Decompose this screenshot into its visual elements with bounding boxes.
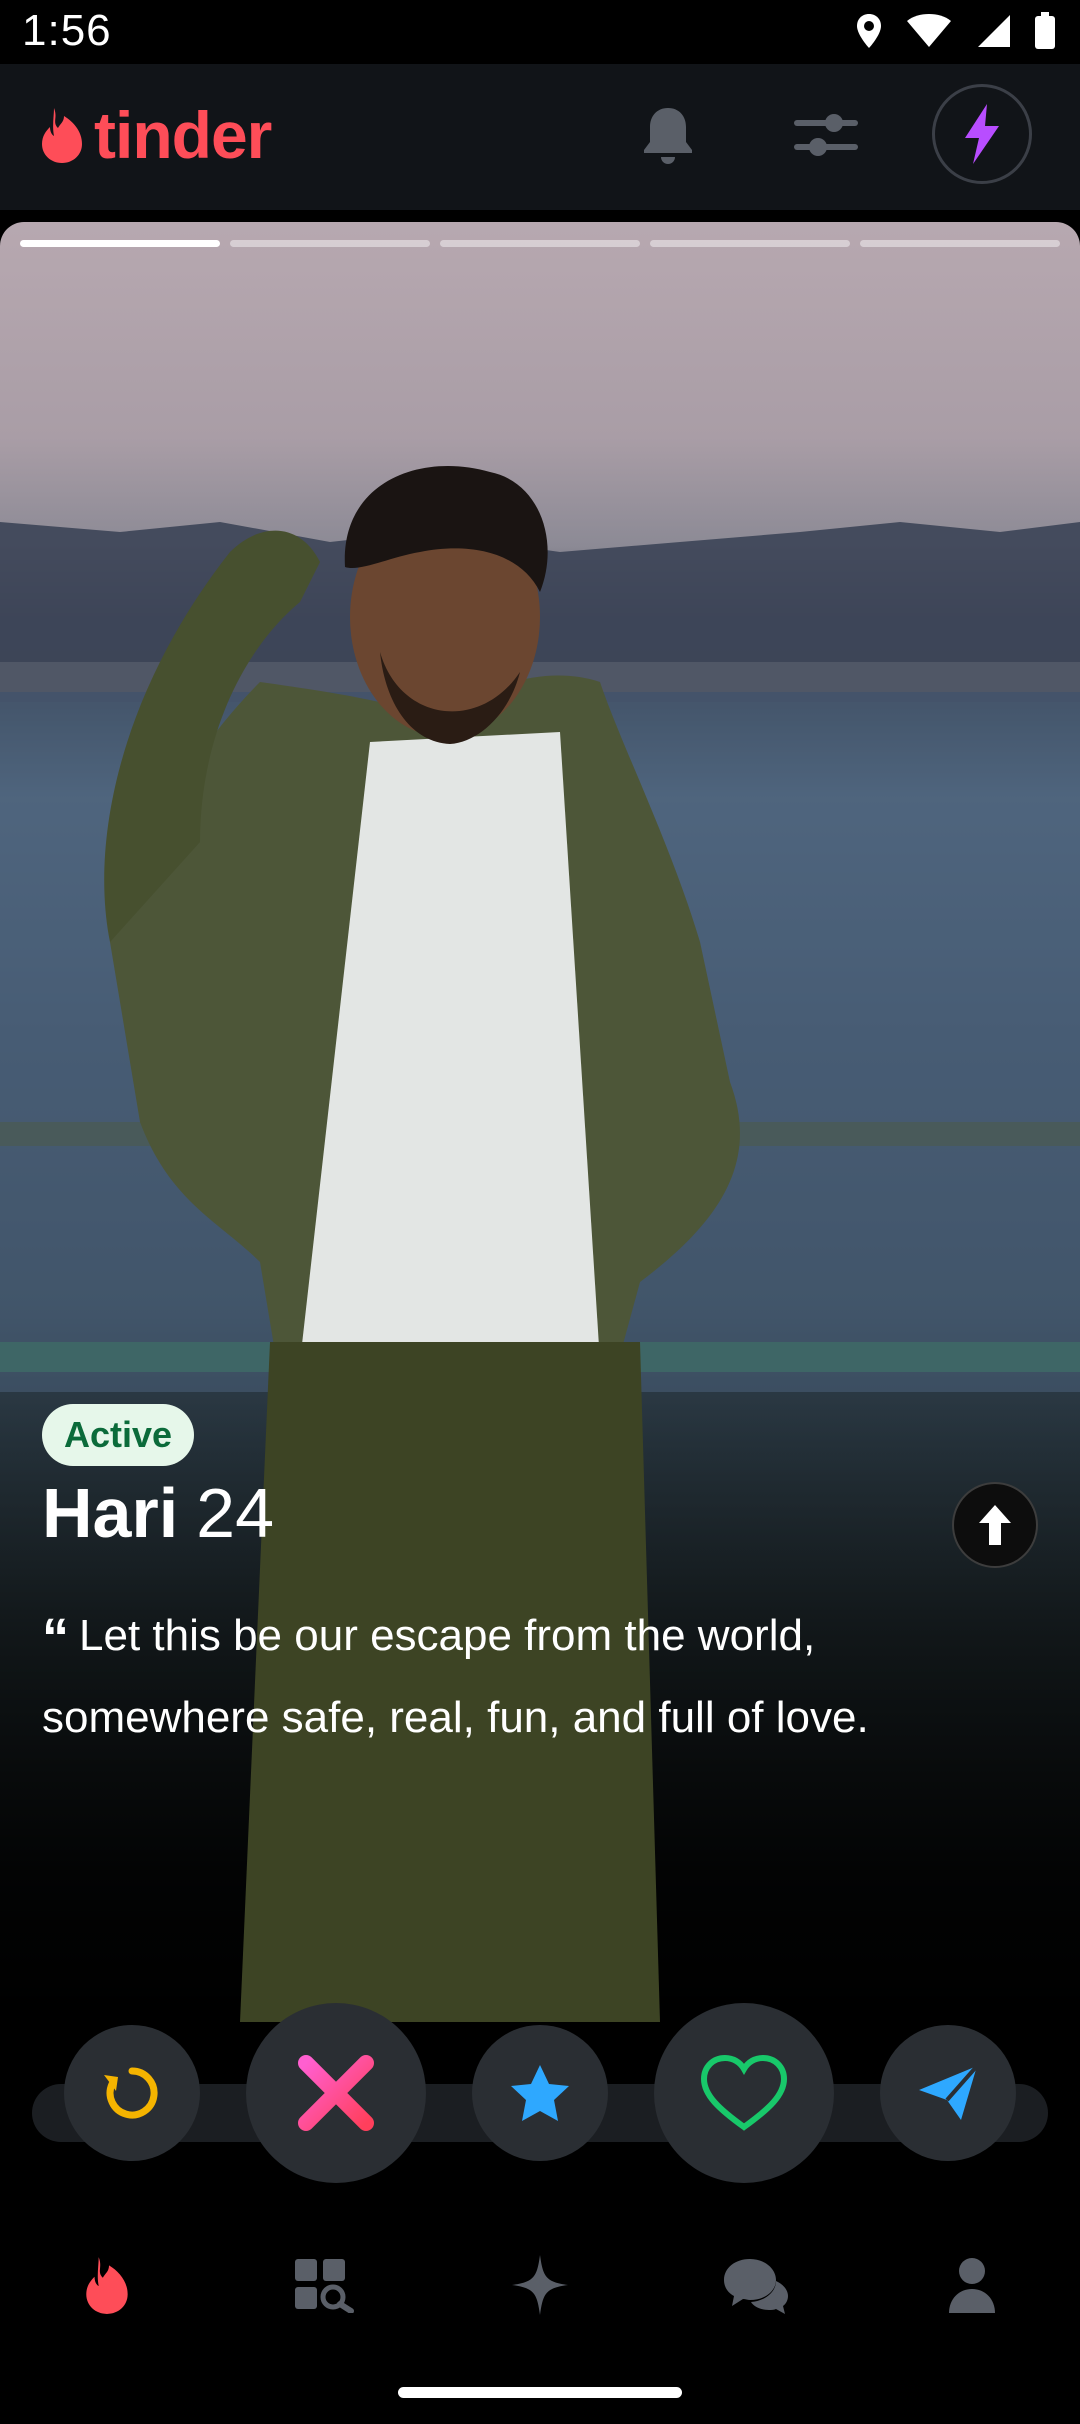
photo-indicator[interactable] xyxy=(440,240,640,247)
app-bar: tinder xyxy=(0,64,1080,210)
nav-item-profile[interactable] xyxy=(912,2225,1032,2345)
status-bar: 1:56 xyxy=(0,0,1080,64)
chat-icon xyxy=(724,2259,788,2314)
quote-icon: “ xyxy=(42,1608,69,1668)
nav-item-home[interactable] xyxy=(48,2225,168,2345)
sparkle-icon xyxy=(512,2255,568,2315)
nav-item-explore[interactable] xyxy=(264,2225,384,2345)
bell-icon xyxy=(644,108,692,164)
sliders-icon xyxy=(794,114,858,156)
photo-indicator[interactable] xyxy=(20,240,220,247)
status-icons xyxy=(854,12,1056,50)
rewind-icon xyxy=(104,2067,158,2119)
profile-icon xyxy=(949,2258,995,2313)
flame-icon xyxy=(86,2257,128,2314)
bottom-navigation xyxy=(0,2220,1080,2350)
arrow-up-icon xyxy=(979,1505,1011,1545)
like-icon xyxy=(700,2054,788,2131)
lightning-icon xyxy=(965,104,999,164)
photo-indicator[interactable] xyxy=(230,240,430,247)
bio-text: Let this be our escape from the world, s… xyxy=(42,1611,869,1742)
profile-age: 24 xyxy=(196,1474,275,1552)
notifications-button[interactable] xyxy=(640,104,696,173)
like-button[interactable] xyxy=(654,2003,834,2183)
boost-send-button[interactable] xyxy=(880,2025,1016,2161)
filters-button[interactable] xyxy=(792,110,860,165)
super-like-button[interactable] xyxy=(472,2025,608,2161)
super-like-icon xyxy=(511,2065,569,2121)
photo-indicator[interactable] xyxy=(650,240,850,247)
tinder-logo: tinder xyxy=(38,98,272,172)
profile-name: Hari xyxy=(42,1474,179,1552)
status-time: 1:56 xyxy=(22,6,112,55)
boost-button[interactable] xyxy=(932,84,1032,184)
home-indicator[interactable] xyxy=(398,2387,682,2398)
flame-logo-icon xyxy=(42,108,82,163)
explore-icon xyxy=(295,2259,354,2313)
profile-bio: “Let this be our escape from the world, … xyxy=(42,1596,1042,1758)
profile-name-age: Hari 24 xyxy=(42,1478,274,1548)
signal-icon xyxy=(978,15,1010,47)
nope-icon xyxy=(298,2055,374,2131)
active-status-badge: Active xyxy=(42,1404,195,1466)
nope-button[interactable] xyxy=(246,2003,426,2183)
rewind-button[interactable] xyxy=(64,2025,200,2161)
photo-progress xyxy=(20,240,1060,247)
boost-send-icon xyxy=(919,2064,979,2120)
wifi-icon xyxy=(907,14,951,47)
open-profile-button[interactable] xyxy=(952,1482,1038,1568)
nav-item-sparks[interactable] xyxy=(480,2225,600,2345)
logo-wordmark: tinder xyxy=(94,98,272,172)
nav-item-messages[interactable] xyxy=(696,2225,816,2345)
battery-icon xyxy=(1035,12,1055,49)
photo-indicator[interactable] xyxy=(860,240,1060,247)
location-icon xyxy=(857,14,881,48)
